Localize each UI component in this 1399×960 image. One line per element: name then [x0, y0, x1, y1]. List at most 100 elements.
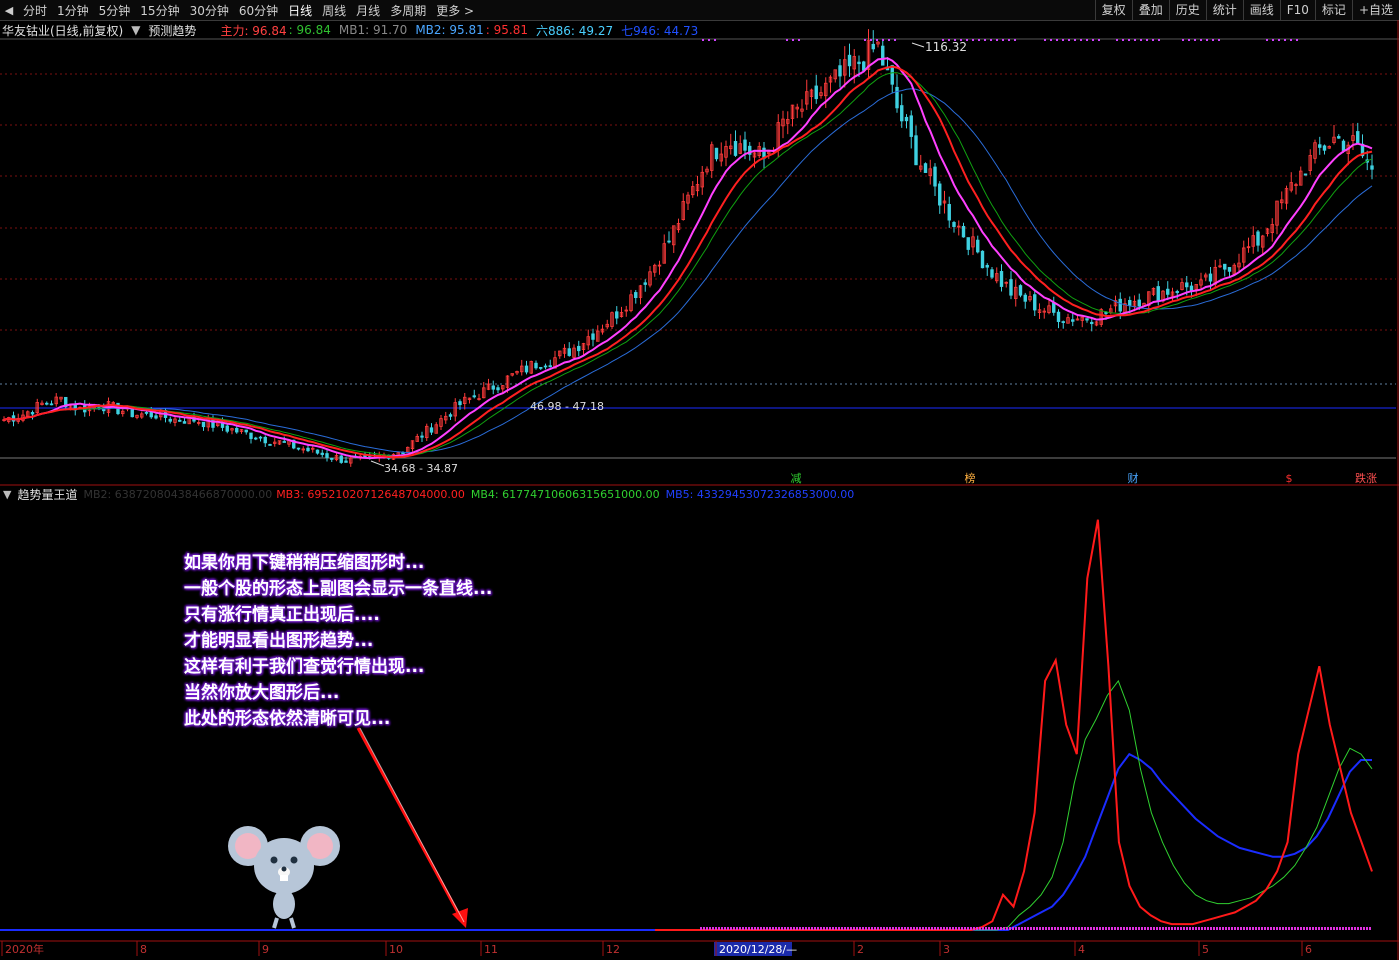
- signal-dot: [1068, 39, 1070, 41]
- volume-bar: [1264, 927, 1266, 930]
- volume-bar: [1312, 927, 1314, 930]
- volume-bar: [949, 927, 951, 930]
- note-line: 此处的形态依然清晰可见...: [184, 709, 391, 729]
- volume-bar: [775, 927, 777, 930]
- volume-bar: [748, 927, 750, 930]
- volume-bar: [1039, 927, 1041, 930]
- volume-bar: [919, 927, 921, 930]
- axis-label: 10: [389, 943, 403, 956]
- candle-body: [235, 427, 239, 433]
- candle-body: [985, 264, 989, 268]
- candle-body: [980, 250, 985, 269]
- volume-bar: [1024, 927, 1026, 930]
- volume-bar: [1219, 927, 1221, 930]
- candle-body: [1175, 291, 1179, 294]
- volume-bar: [739, 927, 741, 930]
- volume-bar: [802, 927, 804, 930]
- candle-body: [254, 437, 258, 440]
- volume-bar: [1141, 927, 1143, 930]
- volume-bar: [1288, 927, 1290, 930]
- candle-body: [1370, 165, 1374, 170]
- volume-bar: [946, 927, 948, 930]
- tutorial-note: 如果你用下键稍稍压缩图形时... 一般个股的形态上副图会显示一条直线... 只有涨行…: [184, 550, 492, 732]
- volume-bar: [874, 927, 876, 930]
- stock-chart[interactable]: 116.32 46.98 - 47.18 34.68 - 34.87 减 榜 财 $ 跌涨 2…: [0, 0, 1399, 960]
- candle-body: [315, 449, 320, 454]
- volume-bar: [976, 927, 978, 930]
- volume-bar: [886, 927, 888, 930]
- volume-bar: [1228, 927, 1230, 930]
- volume-bar: [811, 927, 813, 930]
- volume-bar: [913, 927, 915, 930]
- note-line: 这样有利于我们查觉行情出现...: [184, 657, 425, 677]
- volume-bar: [1096, 927, 1098, 930]
- volume-bar: [880, 927, 882, 930]
- note-line: 一般个股的形态上副图会显示一条直线...: [184, 579, 493, 599]
- candle-body: [168, 418, 172, 422]
- volume-bar: [1360, 927, 1362, 930]
- volume-bar: [832, 927, 834, 930]
- volume-bar: [724, 927, 726, 930]
- volume-bar: [994, 927, 996, 930]
- candle-body: [1185, 282, 1189, 288]
- volume-bar: [1333, 927, 1335, 930]
- volume-bar: [712, 927, 714, 930]
- signal-dot: [882, 39, 884, 41]
- volume-bar: [1093, 927, 1095, 930]
- volume-bar: [928, 927, 930, 930]
- volume-bar: [1099, 927, 1101, 930]
- volume-bar: [1075, 927, 1077, 930]
- candle-body: [961, 225, 966, 238]
- candle-body: [634, 292, 638, 299]
- volume-bar: [940, 927, 942, 930]
- volume-bar: [961, 927, 963, 930]
- volume-bar: [754, 927, 756, 930]
- candle-body: [30, 412, 35, 415]
- volume-bar: [793, 927, 795, 930]
- candle-body: [881, 45, 885, 66]
- signal-dot: [1206, 39, 1208, 41]
- volume-bar: [904, 927, 906, 930]
- candle-body: [45, 402, 49, 405]
- candle-body: [49, 403, 54, 406]
- volume-bar: [1156, 927, 1158, 930]
- signal-dot: [1050, 39, 1052, 41]
- volume-bar: [1246, 927, 1248, 930]
- volume-bar: [967, 927, 969, 930]
- volume-bar: [1114, 927, 1116, 930]
- candle-body: [976, 239, 980, 253]
- candle-body: [296, 447, 301, 450]
- volume-bar: [901, 927, 903, 930]
- candle-body: [1322, 145, 1327, 151]
- pointer-arrow: [356, 727, 464, 921]
- high-price-label: 116.32: [925, 40, 967, 54]
- volume-bar: [784, 927, 786, 930]
- volume-bar: [817, 927, 819, 930]
- candle-body: [320, 452, 324, 455]
- volume-bar: [763, 927, 765, 930]
- volume-bar: [718, 927, 720, 930]
- signal-dot: [1296, 39, 1298, 41]
- volume-bar: [907, 927, 909, 930]
- volume-bar: [829, 927, 831, 930]
- event-marker: 财: [1128, 471, 1139, 485]
- candle-body: [344, 460, 348, 463]
- signal-dot: [1080, 39, 1082, 41]
- axis-label: 6: [1305, 943, 1312, 956]
- volume-bar: [1165, 927, 1167, 930]
- volume-bar: [862, 927, 864, 930]
- candle-body: [1056, 311, 1061, 322]
- candle-body: [952, 222, 956, 227]
- axis-label: 4: [1078, 943, 1085, 956]
- volume-bar: [1336, 927, 1338, 930]
- volume-bar: [1285, 927, 1287, 930]
- signal-dot: [1266, 39, 1268, 41]
- signal-dot: [1200, 39, 1202, 41]
- signal-dot: [1278, 39, 1280, 41]
- candle-body: [733, 140, 738, 156]
- axis-label: 8: [140, 943, 147, 956]
- volume-bar: [1063, 927, 1065, 930]
- volume-bar: [1111, 927, 1113, 930]
- signal-dot: [1116, 39, 1118, 41]
- note-line: 才能明显看出图形趋势...: [184, 631, 374, 651]
